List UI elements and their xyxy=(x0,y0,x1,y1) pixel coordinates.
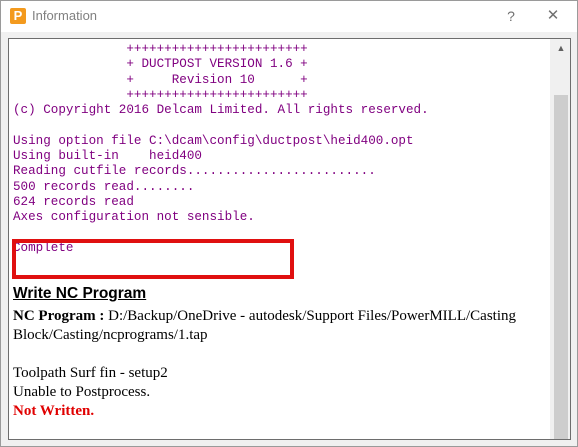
write-nc-program-heading: Write NC Program xyxy=(13,285,147,302)
log-line: 624 records read xyxy=(13,194,134,209)
powermill-app-icon: P xyxy=(10,8,26,24)
write-nc-program-output: Write NC Program NC Program : D:/Backup/… xyxy=(13,285,543,421)
log-line: (c) Copyright 2016 Delcam Limited. All r… xyxy=(13,103,429,118)
log-line: Using option file C:\dcam\config\ductpos… xyxy=(13,133,414,148)
log-line: + Revision 10 + xyxy=(13,72,308,87)
scroll-thumb[interactable] xyxy=(554,95,568,439)
log-line: 500 records read........ xyxy=(13,179,195,194)
log-line: + DUCTPOST VERSION 1.6 + xyxy=(13,57,308,72)
error-highlight-box xyxy=(12,239,294,279)
unable-to-postprocess-line: Unable to Postprocess. xyxy=(13,384,151,400)
window-title: Information xyxy=(32,8,98,23)
vertical-scrollbar[interactable]: ▲ xyxy=(550,39,570,439)
scroll-up-arrow-icon[interactable]: ▲ xyxy=(551,39,570,58)
log-line: Using built-in heid400 xyxy=(13,149,202,164)
title-bar: P Information ? ✕ xyxy=(1,1,577,32)
help-icon[interactable]: ? xyxy=(497,5,525,27)
log-text-area[interactable]: ++++++++++++++++++++++++ + DUCTPOST VERS… xyxy=(9,39,550,439)
toolpath-line: Toolpath Surf fin - setup2 xyxy=(13,365,168,381)
log-line: ++++++++++++++++++++++++ xyxy=(13,42,308,56)
information-dialog: P Information ? ✕ ++++++++++++++++++++++… xyxy=(0,0,578,447)
nc-program-line: NC Program : D:/Backup/OneDrive - autode… xyxy=(13,307,543,345)
not-written-status: Not Written. xyxy=(13,403,95,419)
close-icon[interactable]: ✕ xyxy=(539,5,567,27)
post-processor-log: ++++++++++++++++++++++++ + DUCTPOST VERS… xyxy=(13,42,429,256)
information-panel: ++++++++++++++++++++++++ + DUCTPOST VERS… xyxy=(8,38,571,440)
nc-program-label: NC Program : xyxy=(13,308,105,324)
log-line: Reading cutfile records.................… xyxy=(13,164,376,179)
log-line: ++++++++++++++++++++++++ xyxy=(13,87,308,102)
log-line: Axes configuration not sensible. xyxy=(13,210,255,225)
